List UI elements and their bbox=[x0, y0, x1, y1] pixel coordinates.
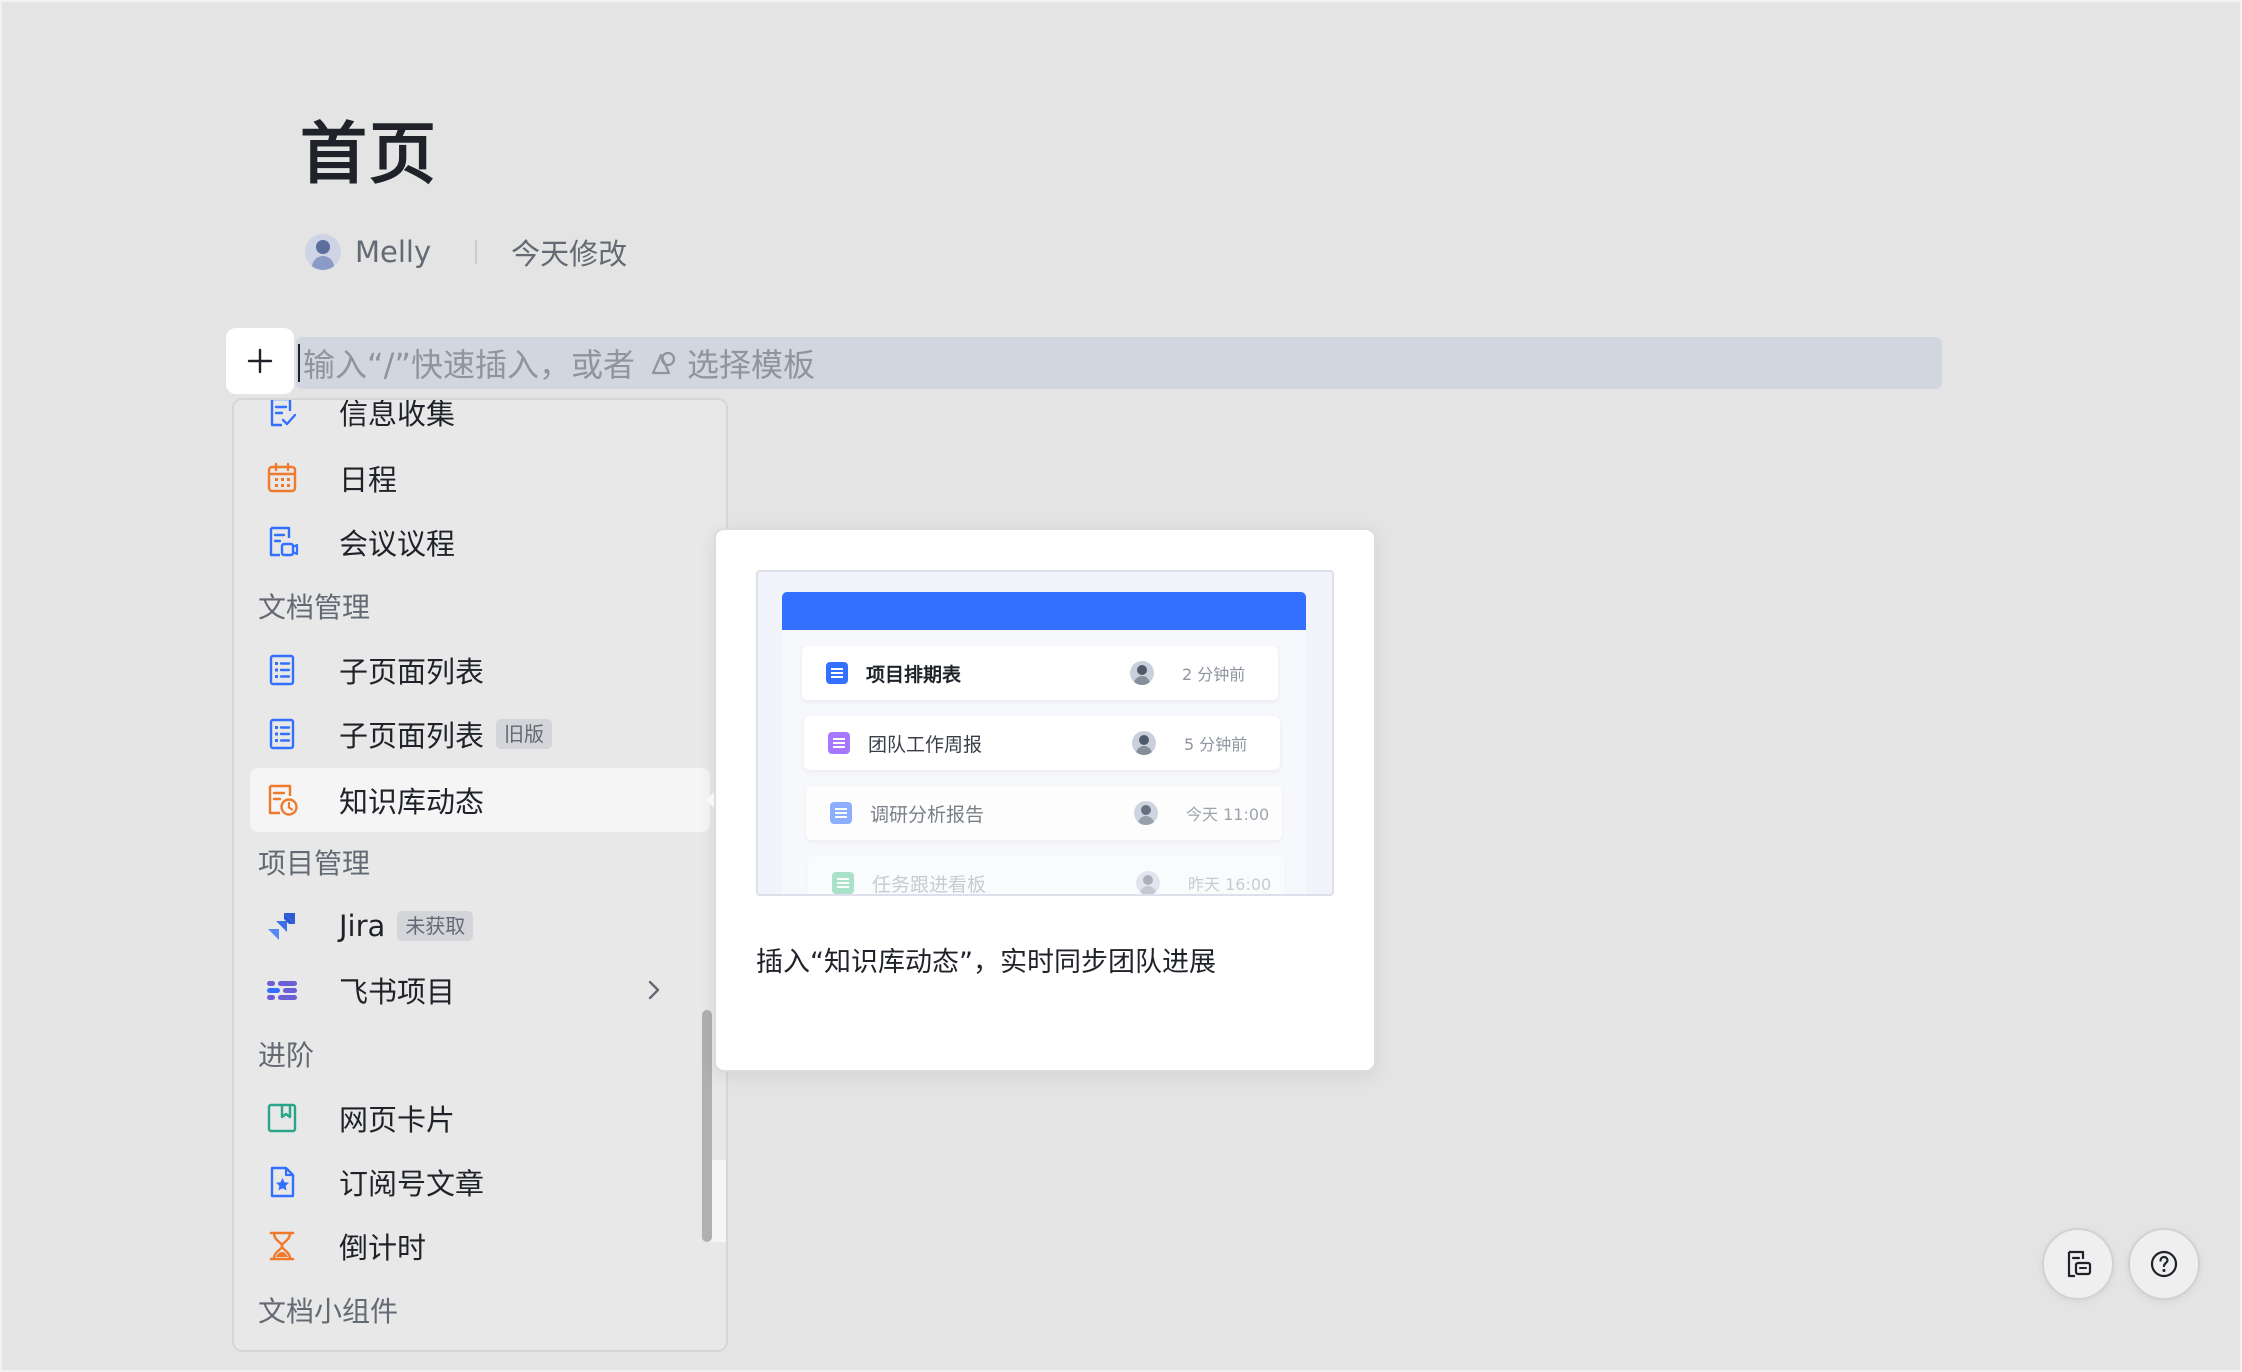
preview-row-title: 任务跟进看板 bbox=[872, 873, 987, 896]
choose-template-link[interactable]: 选择模板 bbox=[687, 340, 815, 386]
author-name[interactable]: Melly bbox=[355, 235, 431, 269]
not-acquired-tag: 未获取 bbox=[397, 911, 474, 941]
menu-item-text: 子页面列表 bbox=[339, 719, 485, 753]
avatar bbox=[1136, 871, 1160, 894]
preview-row-time: 2 分钟前 bbox=[1182, 665, 1246, 684]
preview-row-title: 项目排期表 bbox=[866, 663, 962, 686]
preview-popover: 项目排期表 2 分钟前 团队工作周报 5 分钟前 调研分析报告 今天 11:00… bbox=[714, 528, 1376, 1072]
section-doc-management: 文档管理 bbox=[258, 591, 371, 624]
doc-outline-button[interactable] bbox=[2042, 1228, 2114, 1300]
menu-scrollbar[interactable] bbox=[702, 1010, 712, 1242]
avatar[interactable] bbox=[305, 234, 341, 270]
editor-placeholder[interactable]: 输入“/”快速插入，或者 选择模板 bbox=[303, 340, 815, 386]
menu-item-label: 知识库动态 bbox=[339, 785, 485, 819]
legacy-tag: 旧版 bbox=[496, 719, 553, 749]
menu-item-subpage-list[interactable]: 子页面列表 bbox=[234, 638, 726, 702]
doc-icon bbox=[830, 802, 852, 824]
section-advanced: 进阶 bbox=[258, 1039, 315, 1072]
menu-item-countdown[interactable]: 倒计时 bbox=[234, 1214, 726, 1278]
menu-item-wiki-activity[interactable]: 知识库动态 bbox=[250, 768, 710, 832]
preview-row-time: 5 分钟前 bbox=[1184, 735, 1248, 754]
placeholder-text: 输入“/”快速插入，或者 bbox=[303, 346, 635, 384]
insert-block-button[interactable] bbox=[226, 328, 294, 394]
menu-item-meeting-agenda[interactable]: 会议议程 bbox=[234, 510, 726, 574]
preview-row: 调研分析报告 今天 11:00 bbox=[806, 786, 1282, 840]
avatar bbox=[1134, 801, 1158, 825]
subscription-article-icon bbox=[264, 1164, 300, 1200]
page-title: 首页 bbox=[300, 115, 438, 193]
hourglass-icon bbox=[264, 1228, 300, 1264]
help-icon bbox=[2150, 1250, 2178, 1278]
feishu-project-icon bbox=[264, 972, 300, 1008]
meta-divider bbox=[475, 240, 478, 264]
menu-item-calendar[interactable]: 日程 bbox=[234, 446, 726, 510]
meeting-agenda-icon bbox=[264, 524, 300, 560]
menu-item-label: Jira 未获取 bbox=[339, 909, 474, 943]
menu-item-label: 订阅号文章 bbox=[339, 1167, 485, 1201]
avatar bbox=[1132, 731, 1156, 755]
avatar bbox=[1130, 661, 1154, 685]
menu-item-label: 飞书项目 bbox=[339, 975, 456, 1009]
preview-row-title: 调研分析报告 bbox=[870, 803, 985, 826]
preview-image: 项目排期表 2 分钟前 团队工作周报 5 分钟前 调研分析报告 今天 11:00… bbox=[756, 570, 1334, 896]
doc-icon bbox=[826, 662, 848, 684]
text-caret bbox=[298, 344, 300, 382]
doc-meta: Melly 今天修改 bbox=[305, 232, 627, 272]
menu-item-info-collect[interactable]: 信息收集 bbox=[234, 398, 726, 444]
menu-item-subscription-article[interactable]: 订阅号文章 bbox=[234, 1150, 726, 1214]
modified-time: 今天修改 bbox=[511, 237, 628, 271]
wiki-activity-icon bbox=[264, 782, 300, 818]
insert-menu: 信息收集 日程 会议议程 文档管理 子页面列表 子页面列表 旧版 知识库动态 项… bbox=[232, 398, 728, 1352]
preview-row-time: 今天 11:00 bbox=[1186, 805, 1270, 824]
preview-header-bar bbox=[782, 592, 1306, 630]
menu-item-label: 子页面列表 bbox=[339, 655, 485, 689]
doc-icon bbox=[832, 872, 854, 894]
menu-item-web-card[interactable]: 网页卡片 bbox=[234, 1086, 726, 1150]
preview-row: 项目排期表 2 分钟前 bbox=[802, 646, 1278, 700]
chevron-right-icon bbox=[648, 980, 660, 1000]
doc-comment-icon bbox=[2067, 1250, 2092, 1278]
menu-item-label: 倒计时 bbox=[339, 1231, 427, 1265]
menu-item-subpage-list-legacy[interactable]: 子页面列表 旧版 bbox=[234, 702, 726, 766]
preview-list: 项目排期表 2 分钟前 团队工作周报 5 分钟前 调研分析报告 今天 11:00… bbox=[782, 630, 1306, 896]
menu-item-label: 网页卡片 bbox=[339, 1103, 456, 1137]
menu-item-jira[interactable]: Jira 未获取 bbox=[234, 894, 726, 958]
preview-row: 团队工作周报 5 分钟前 bbox=[804, 716, 1280, 770]
plus-icon bbox=[247, 348, 273, 374]
preview-row-title: 团队工作周报 bbox=[868, 733, 983, 756]
form-check-icon bbox=[264, 400, 300, 430]
help-button[interactable] bbox=[2128, 1228, 2200, 1300]
menu-item-label: 子页面列表 旧版 bbox=[339, 713, 553, 755]
template-icon bbox=[651, 351, 676, 375]
preview-row: 任务跟进看板 昨天 16:00 bbox=[808, 856, 1284, 896]
preview-description: 插入“知识库动态”，实时同步团队进展 bbox=[756, 947, 1216, 978]
preview-row-time: 昨天 16:00 bbox=[1188, 875, 1272, 894]
subpage-list-icon bbox=[264, 652, 300, 688]
calendar-icon bbox=[264, 460, 300, 496]
doc-icon bbox=[828, 732, 850, 754]
menu-item-label: 信息收集 bbox=[339, 398, 456, 431]
menu-item-feishu-project[interactable]: 飞书项目 bbox=[234, 958, 726, 1022]
section-doc-widgets: 文档小组件 bbox=[258, 1295, 399, 1328]
jira-icon bbox=[264, 908, 300, 944]
section-project-management: 项目管理 bbox=[258, 847, 371, 880]
web-card-icon bbox=[264, 1100, 300, 1136]
menu-item-label: 会议议程 bbox=[339, 527, 456, 561]
subpage-list-icon bbox=[264, 716, 300, 752]
menu-item-label: 日程 bbox=[339, 463, 398, 497]
menu-item-text: Jira bbox=[339, 909, 386, 943]
